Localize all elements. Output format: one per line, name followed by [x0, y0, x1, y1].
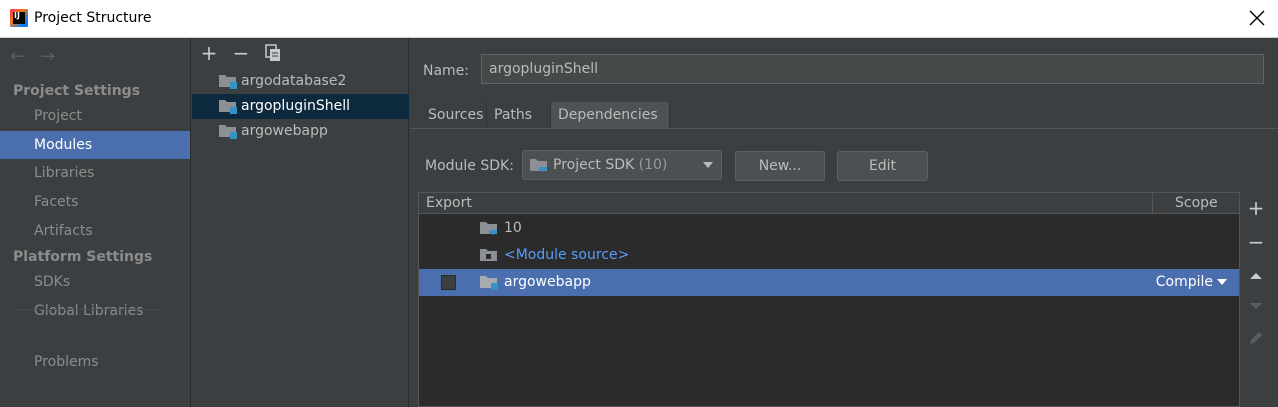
chevron-down-icon — [703, 162, 713, 168]
module-folder-icon — [219, 125, 237, 139]
dependencies-table: Export Scope 10 <Module source> argoweba… — [418, 192, 1240, 407]
module-name: argopluginShell — [241, 98, 350, 114]
module-tree-item-selected[interactable]: argopluginShell — [192, 94, 409, 119]
tab-paths[interactable]: Paths — [487, 102, 551, 128]
module-sdk-dropdown[interactable]: Project SDK (10) — [522, 150, 722, 180]
module-name: argodatabase2 — [241, 73, 347, 89]
project-settings-heading: Project Settings — [13, 83, 141, 99]
nav-item-libraries[interactable]: Libraries — [0, 159, 190, 187]
sdk-folder-icon — [480, 222, 497, 235]
arrow-right-icon[interactable]: → — [40, 46, 55, 67]
window-title: Project Structure — [34, 10, 152, 26]
nav-item-facets[interactable]: Facets — [0, 188, 190, 216]
module-folder-icon — [219, 100, 237, 114]
table-row-selected[interactable]: argowebapp Compile — [419, 269, 1239, 296]
add-icon[interactable]: + — [1244, 196, 1268, 220]
export-checkbox[interactable] — [441, 275, 456, 290]
new-sdk-button[interactable]: New... — [735, 151, 825, 181]
tab-dependencies[interactable]: Dependencies — [551, 102, 670, 128]
edit-sdk-button[interactable]: Edit — [837, 151, 928, 181]
module-tree-item[interactable]: argowebapp — [192, 119, 409, 144]
nav-item-project[interactable]: Project — [0, 102, 190, 130]
add-module-button[interactable]: + — [198, 43, 220, 65]
module-sdk-label: Module SDK: — [425, 158, 514, 174]
module-folder-icon — [219, 75, 237, 89]
remove-icon[interactable]: − — [1244, 230, 1268, 254]
move-up-icon[interactable] — [1244, 264, 1268, 288]
nav-item-artifacts[interactable]: Artifacts — [0, 217, 190, 245]
chevron-down-icon — [1217, 279, 1227, 285]
table-row[interactable]: 10 — [419, 215, 1239, 242]
dependency-name: <Module source> — [504, 247, 630, 263]
nav-item-problems[interactable]: Problems — [0, 348, 190, 376]
table-row[interactable]: <Module source> — [419, 242, 1239, 269]
arrow-left-icon[interactable]: ← — [10, 46, 25, 67]
nav-divider — [13, 309, 158, 310]
dependency-name: argowebapp — [504, 274, 591, 290]
module-folder-icon — [480, 276, 498, 290]
remove-module-button[interactable]: − — [230, 43, 252, 65]
sdk-value: Project SDK — [553, 157, 635, 173]
tab-sources[interactable]: Sources — [421, 102, 487, 128]
copy-icon[interactable] — [264, 44, 282, 62]
col-header-scope[interactable]: Scope — [1152, 193, 1239, 214]
settings-nav: ← → Project Settings Project Modules Lib… — [0, 38, 191, 407]
nav-item-sdks[interactable]: SDKs — [0, 268, 190, 296]
tab-underline — [410, 128, 1278, 129]
name-label: Name: — [423, 63, 470, 79]
intellij-logo-icon: IJ — [10, 9, 28, 27]
edit-pencil-icon[interactable] — [1244, 326, 1268, 350]
sdk-version: (10) — [638, 157, 668, 173]
scope-dropdown[interactable]: Compile — [1156, 269, 1227, 296]
col-header-export[interactable]: Export — [426, 195, 472, 211]
dependency-name: 10 — [504, 220, 522, 236]
move-down-icon[interactable] — [1244, 294, 1268, 318]
close-icon[interactable] — [1248, 9, 1266, 27]
platform-settings-heading: Platform Settings — [13, 249, 153, 265]
scope-value: Compile — [1155, 274, 1213, 290]
nav-item-modules[interactable]: Modules — [0, 131, 190, 159]
module-name: argowebapp — [241, 123, 328, 139]
module-tree-item[interactable]: argodatabase2 — [192, 69, 409, 94]
sdk-folder-icon — [530, 159, 547, 172]
source-folder-icon — [480, 249, 497, 261]
table-header: Export Scope — [419, 193, 1239, 214]
title-bar: IJ Project Structure — [0, 0, 1278, 38]
module-name-field[interactable]: argopluginShell — [481, 54, 1264, 84]
nav-item-global-libraries[interactable]: Global Libraries — [0, 297, 190, 325]
module-detail-panel: Name: argopluginShell Sources Paths Depe… — [410, 38, 1278, 407]
module-tree-panel: + − argodatabase2 argopluginShell argowe… — [192, 38, 409, 407]
